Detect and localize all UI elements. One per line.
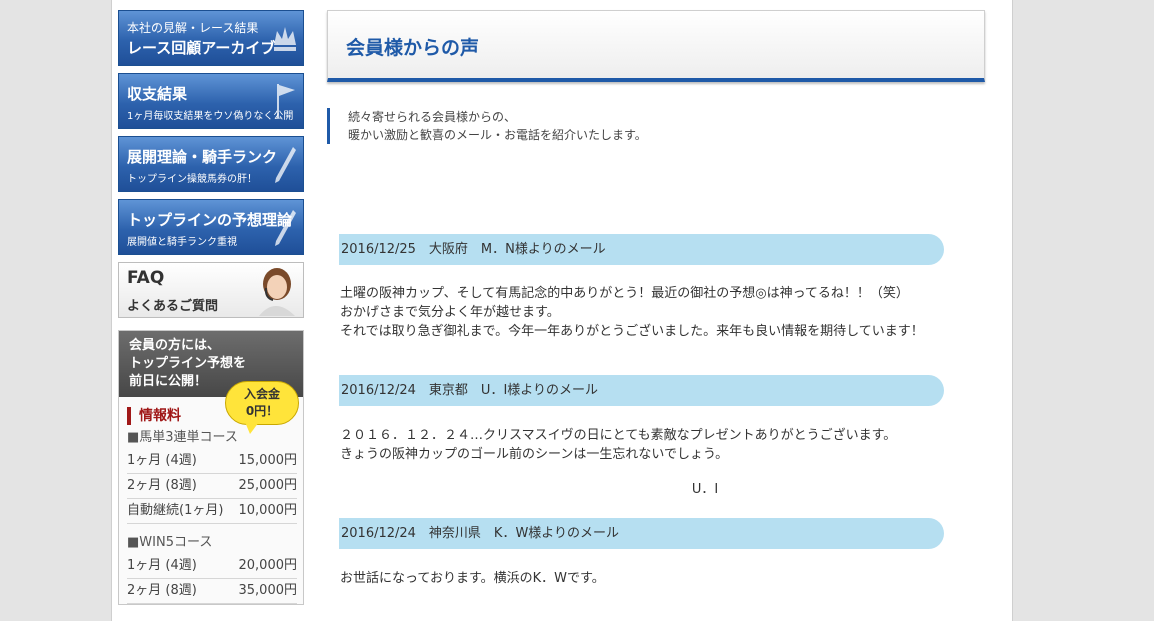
- banner-subtitle: 本社の見解・レース結果: [127, 21, 259, 35]
- fee-body: 情報料 ■馬単3連単コース 1ヶ月 (4週) 15,000円 2ヶ月 (8週) …: [119, 397, 303, 604]
- page-title: 会員様からの声: [346, 37, 480, 59]
- page-container: 本社の見解・レース結果 レース回顧アーカイブ 収支結果 1ヶ月毎収支結果をウソ偽…: [111, 0, 1013, 621]
- intro-line: 続々寄せられる会員様からの、: [348, 110, 517, 124]
- flag-icon: [277, 84, 295, 118]
- fee-row: 2ヶ月 (8週) 35,000円: [127, 579, 297, 604]
- membership-fee-box: 会員の方には、 トップライン予想を 前日に公開！ 入会金 0円！ 情報料 ■馬単…: [118, 330, 304, 605]
- entry-fee-bubble: 入会金 0円！: [225, 381, 299, 425]
- fee-row: 1ヶ月 (4週) 15,000円: [127, 449, 297, 474]
- fee-price: 25,000円: [238, 478, 298, 493]
- message-line: それでは取り急ぎ御礼まで。今年一年ありがとうございました。来年も良い情報を期待し…: [340, 324, 924, 339]
- message-body: ２０１６．１２．２４…クリスマスイヴの日にとても素敵なプレゼントありがとうござい…: [340, 426, 985, 464]
- message-signature: U．I: [691, 482, 719, 497]
- banner-subtitle: 1ヶ月毎収支結果をウソ偽りなく公開: [127, 111, 294, 122]
- bubble-line: 0円！: [245, 404, 279, 418]
- message-line: おかげさまで気分よく年が越せます。: [340, 305, 560, 320]
- banner-title: トップラインの予想理論: [127, 211, 293, 229]
- message-body: お世話になっております。横浜のK．Wです。: [340, 569, 985, 588]
- prediction-theory-banner[interactable]: トップラインの予想理論 展開値と騎手ランク重視: [118, 199, 304, 255]
- fee-header-line: トップライン予想を: [129, 356, 247, 371]
- message-header: 2016/12/24 神奈川県 K．W様よりのメール: [339, 518, 944, 549]
- fee-period: 2ヶ月 (8週): [127, 583, 197, 598]
- banner-title: レース回顧アーカイブ: [127, 39, 276, 57]
- message-header: 2016/12/25 大阪府 M．N様よりのメール: [339, 234, 944, 265]
- race-archive-banner[interactable]: 本社の見解・レース結果 レース回顧アーカイブ: [118, 10, 304, 66]
- balance-results-banner[interactable]: 収支結果 1ヶ月毎収支結果をウソ偽りなく公開: [118, 73, 304, 129]
- course-name: ■WIN5コース: [127, 535, 213, 550]
- message-body: 土曜の阪神カップ、そして有馬記念的中ありがとう！最近の御社の予想◎は神ってるね！…: [340, 284, 985, 341]
- fee-header-line: 会員の方には、: [129, 338, 221, 353]
- pencil-icon: [275, 210, 296, 246]
- faq-title: FAQ: [127, 268, 165, 288]
- fee-price: 20,000円: [238, 558, 298, 573]
- message-line: 土曜の阪神カップ、そして有馬記念的中ありがとう！最近の御社の予想◎は神ってるね！…: [340, 286, 909, 301]
- crown-icon: [274, 27, 296, 51]
- banner-subtitle: 展開値と騎手ランク重視: [127, 237, 237, 248]
- banner-title: 展開理論・騎手ランク: [127, 148, 278, 166]
- fee-period: 自動継続(1ヶ月): [127, 503, 224, 518]
- faq-subtitle: よくあるご質問: [127, 299, 219, 314]
- fee-price: 10,000円: [238, 503, 298, 518]
- message-line: お世話になっております。横浜のK．Wです。: [340, 571, 605, 586]
- sidebar: 本社の見解・レース結果 レース回顧アーカイブ 収支結果 1ヶ月毎収支結果をウソ偽…: [118, 10, 306, 605]
- bubble-tail: [245, 422, 259, 434]
- operator-icon: [259, 268, 295, 316]
- faq-banner[interactable]: FAQ よくあるご質問: [118, 262, 304, 318]
- fee-row: 1ヶ月 (4週) 20,000円: [127, 554, 297, 579]
- fee-price: 15,000円: [238, 453, 298, 468]
- message-header: 2016/12/24 東京都 U．I様よりのメール: [339, 375, 944, 406]
- banner-subtitle: トップライン操競馬券の肝！: [127, 174, 257, 185]
- fee-row: 2ヶ月 (8週) 25,000円: [127, 474, 297, 499]
- intro-text: 続々寄せられる会員様からの、 暖かい激励と歓喜のメール・お電話を紹介いたします。: [327, 108, 985, 144]
- fee-row: 自動継続(1ヶ月) 10,000円: [127, 499, 297, 524]
- main-content: 会員様からの声 続々寄せられる会員様からの、 暖かい激励と歓喜のメール・お電話を…: [327, 10, 985, 588]
- intro-line: 暖かい激励と歓喜のメール・お電話を紹介いたします。: [348, 128, 647, 142]
- banner-title: 収支結果: [127, 85, 188, 103]
- pencil-icon: [275, 147, 296, 183]
- message-line: きょうの阪神カップのゴール前のシーンは一生忘れないでしょう。: [340, 447, 729, 462]
- bubble-line: 入会金: [243, 387, 280, 401]
- fee-period: 1ヶ月 (4週): [127, 453, 197, 468]
- message-line: ２０１６．１２．２４…クリスマスイヴの日にとても素敵なプレゼントありがとうござい…: [340, 428, 897, 443]
- theory-jockey-rank-banner[interactable]: 展開理論・騎手ランク トップライン操競馬券の肝！: [118, 136, 304, 192]
- fee-price: 35,000円: [238, 583, 298, 598]
- fee-period: 2ヶ月 (8週): [127, 478, 197, 493]
- fee-period: 1ヶ月 (4週): [127, 558, 197, 573]
- course-name: ■馬単3連単コース: [127, 430, 238, 445]
- page-title-box: 会員様からの声: [327, 10, 985, 82]
